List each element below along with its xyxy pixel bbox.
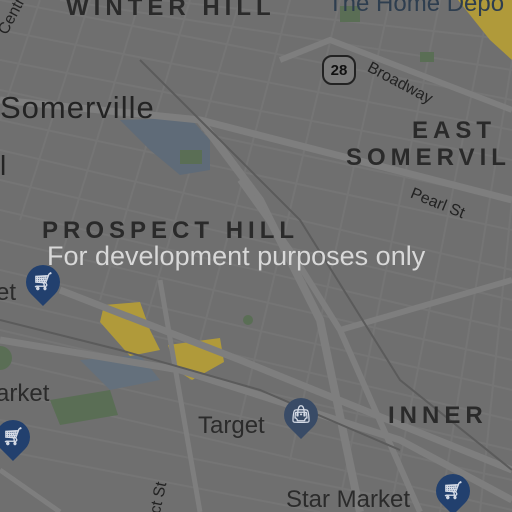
shopping-pin[interactable]: 🛒︎ <box>428 466 478 512</box>
shopping-cart-icon: 🛒︎ <box>442 481 464 500</box>
poi-label-target[interactable]: Target <box>198 414 265 438</box>
poi-label-market[interactable]: arket <box>0 382 49 406</box>
area-label-east: EAST <box>412 117 497 144</box>
area-label-somerville: SOMERVIL <box>346 144 511 171</box>
poi-label-home-depot[interactable]: The Home Depo <box>328 0 504 16</box>
poi-label-et[interactable]: et <box>0 281 16 305</box>
poi-label-star-market[interactable]: Star Market <box>286 488 410 512</box>
street-label-left: l <box>0 150 8 181</box>
shopping-bag-icon: 👜︎ <box>290 405 312 424</box>
target-pin[interactable]: 👜︎ <box>276 390 326 440</box>
shopping-cart-icon: 🛒︎ <box>2 427 24 446</box>
park <box>243 315 253 325</box>
city-label-somerville: Somerville <box>0 90 155 125</box>
development-watermark: For development purposes only <box>47 241 426 271</box>
area-label-inner: INNER <box>388 402 488 429</box>
route-shield-28: 28 <box>322 55 356 85</box>
area-label-prospect-hill: PROSPECT HILL <box>42 217 300 244</box>
area-label-winter-hill: WINTER HILL <box>66 0 276 21</box>
map-view[interactable]: WINTER HILL EAST SOMERVIL PROSPECT HILL … <box>0 0 512 512</box>
park <box>180 150 202 164</box>
park <box>420 52 434 62</box>
